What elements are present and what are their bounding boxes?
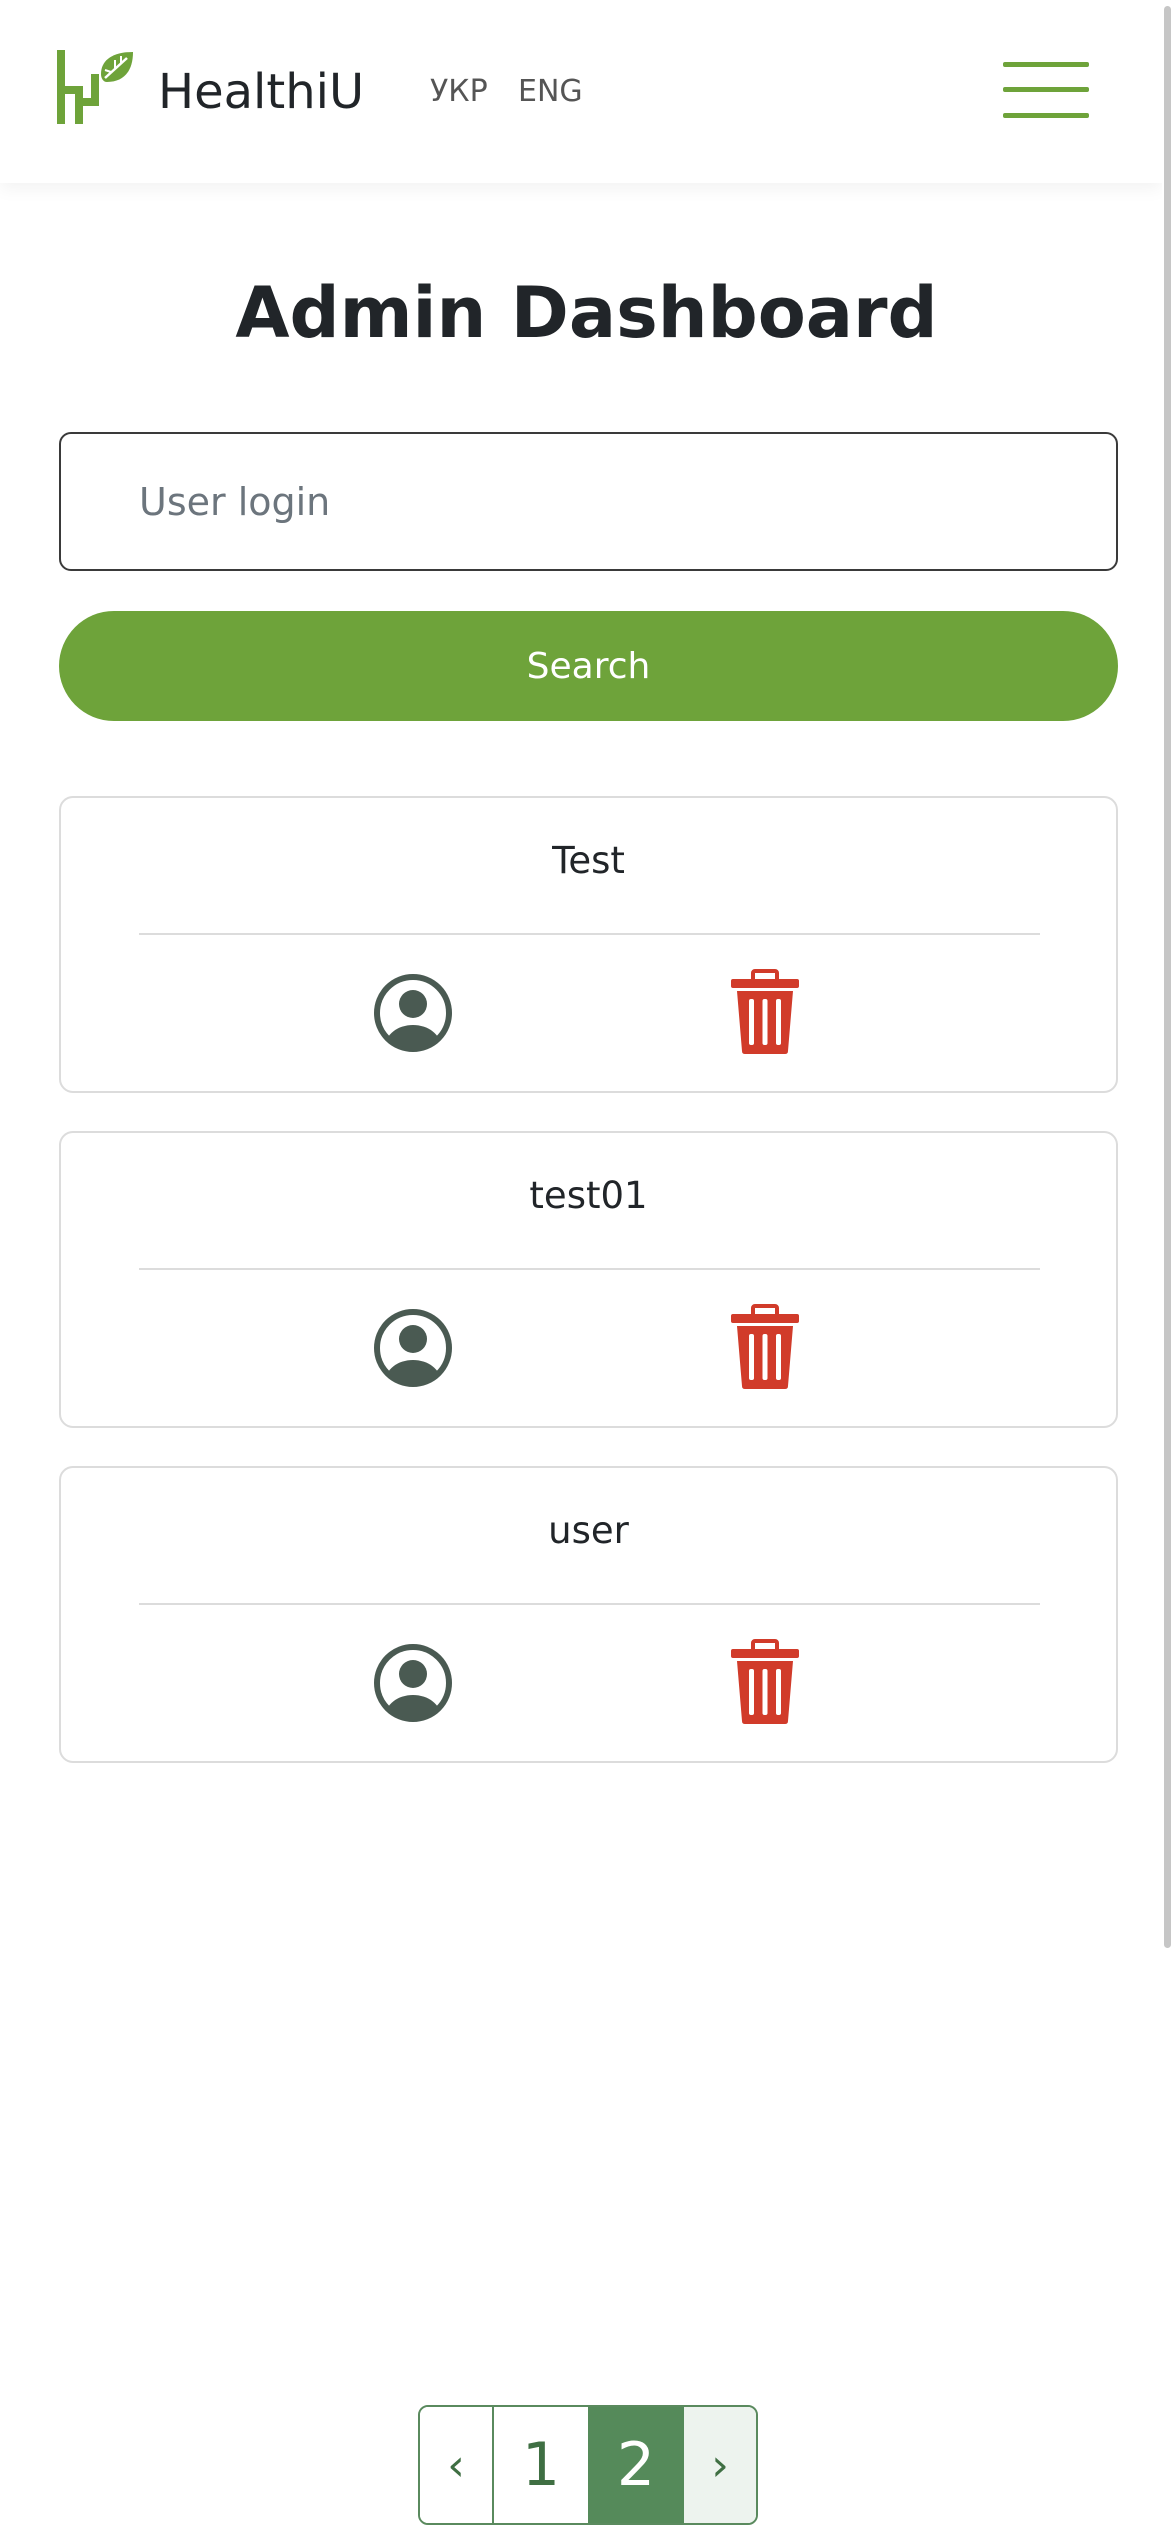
user-login-label: user <box>548 1509 629 1552</box>
menu-bar <box>1003 113 1089 118</box>
user-card: user <box>59 1466 1118 1763</box>
user-login-label: Test <box>552 839 625 882</box>
language-eng-link[interactable]: ENG <box>518 74 583 110</box>
menu-bar <box>1003 62 1089 67</box>
menu-toggle-icon[interactable] <box>1003 62 1089 122</box>
user-card: test01 <box>59 1131 1118 1428</box>
trash-icon[interactable] <box>729 1304 801 1390</box>
pagination: ‹ 1 2 › <box>418 2405 758 2525</box>
navbar: HealthiU УКР ENG <box>0 0 1162 183</box>
user-card: Test <box>59 796 1118 1093</box>
trash-icon[interactable] <box>729 1639 801 1725</box>
card-divider <box>139 1268 1040 1270</box>
user-circle-icon[interactable] <box>373 973 453 1053</box>
user-login-label: test01 <box>529 1174 648 1217</box>
pagination-next-button[interactable]: › <box>684 2407 756 2523</box>
user-circle-icon[interactable] <box>373 1308 453 1388</box>
search-button[interactable]: Search <box>59 611 1118 721</box>
trash-icon[interactable] <box>729 969 801 1055</box>
card-divider <box>139 933 1040 935</box>
user-circle-icon[interactable] <box>373 1643 453 1723</box>
pagination-prev-button[interactable]: ‹ <box>420 2407 494 2523</box>
page-title: Admin Dashboard <box>235 272 938 354</box>
logo-leaf-icon[interactable] <box>55 50 135 130</box>
card-divider <box>139 1603 1040 1605</box>
brand-name[interactable]: HealthiU <box>158 62 364 122</box>
user-login-search-input[interactable] <box>59 432 1118 571</box>
pagination-page-2-active[interactable]: 2 <box>588 2407 684 2523</box>
language-ukr-link[interactable]: УКР <box>430 74 488 110</box>
scrollbar[interactable] <box>1162 0 1173 2532</box>
pagination-page-1[interactable]: 1 <box>494 2407 588 2523</box>
menu-bar <box>1003 87 1089 92</box>
